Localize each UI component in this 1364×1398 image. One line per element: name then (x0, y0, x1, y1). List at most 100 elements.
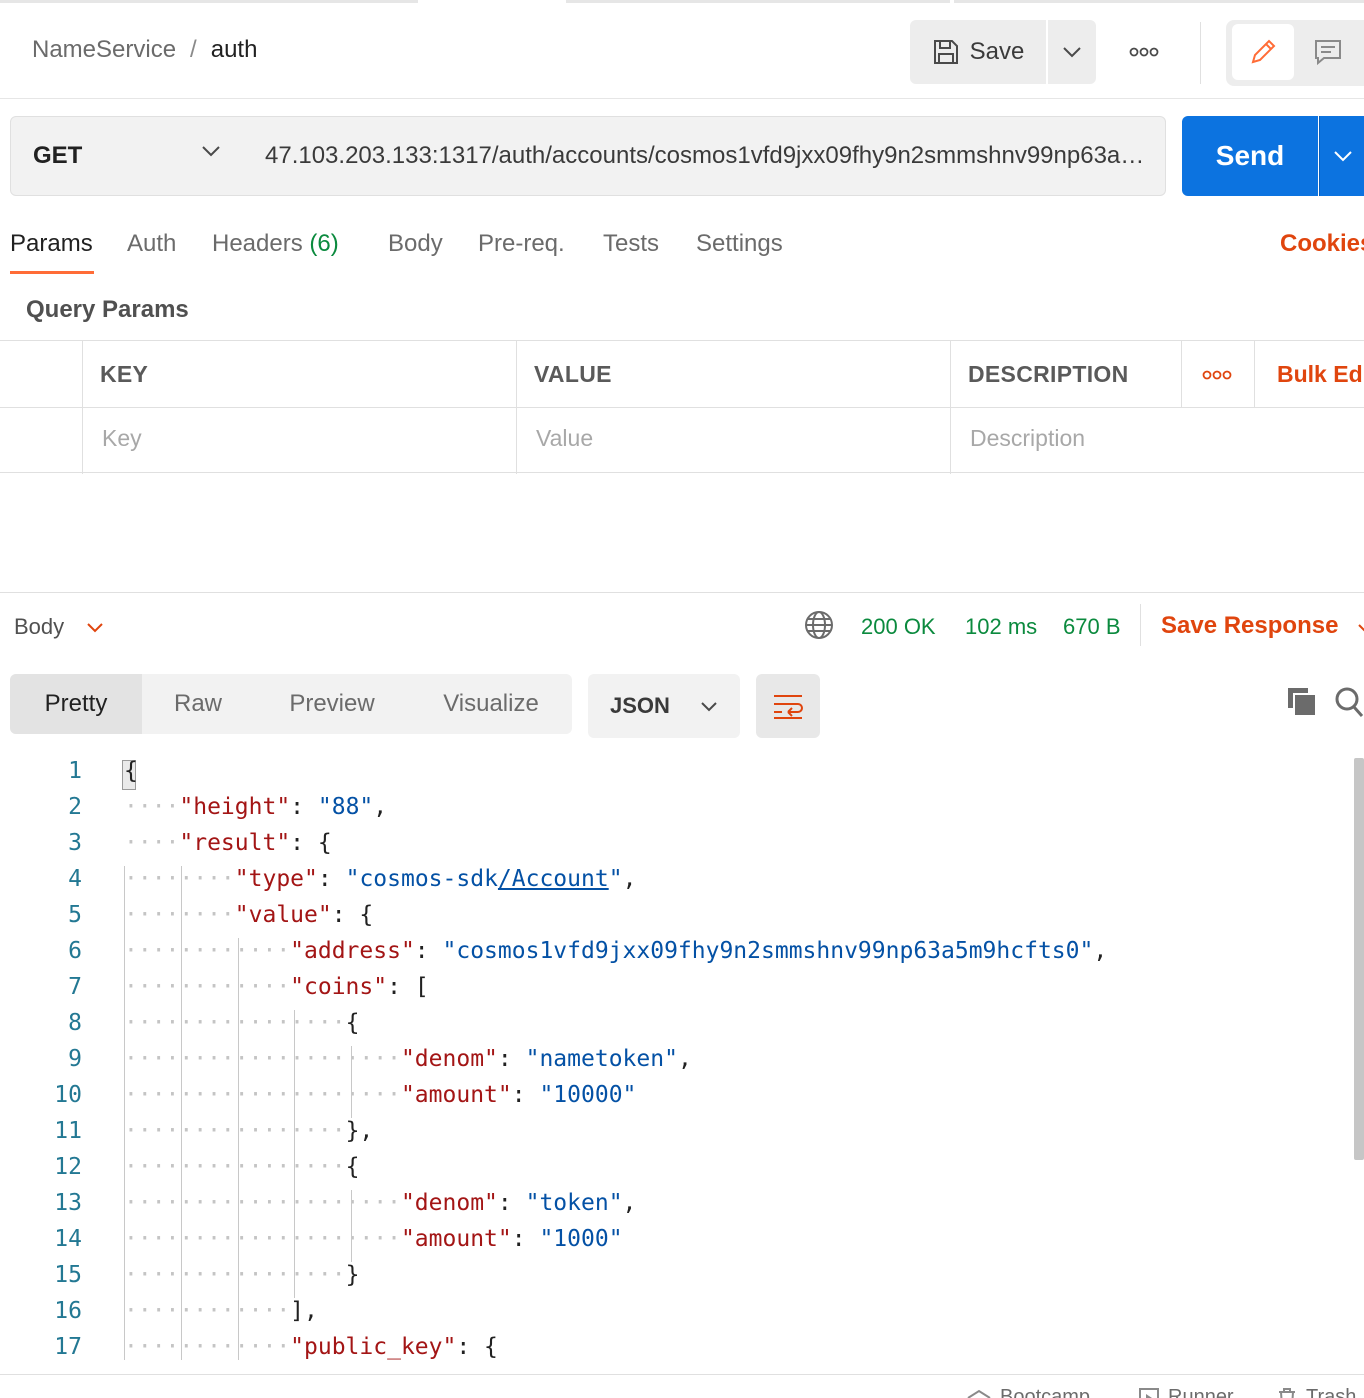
indent-guide (180, 1010, 182, 1046)
value-input[interactable]: Value (536, 425, 593, 452)
key-input[interactable]: Key (102, 425, 142, 452)
tab-headers[interactable]: Headers (6) (212, 230, 339, 258)
indent-guide (294, 1046, 296, 1082)
footer-bootcamp[interactable]: Bootcamp (966, 1386, 1090, 1398)
wrap-lines-button[interactable] (756, 674, 820, 738)
indent-guide (180, 1046, 182, 1082)
code-text: ····················"denom": "nametoken"… (124, 1046, 692, 1072)
active-tab-indicator (10, 271, 94, 274)
save-button[interactable]: Save (910, 20, 1046, 84)
response-body-dropdown[interactable]: Body (14, 614, 104, 640)
code-line: 2 ····"height": "88", (0, 794, 1352, 830)
send-options-button[interactable] (1319, 116, 1364, 196)
code-text: { (124, 758, 138, 784)
code-text: ················{ (124, 1154, 360, 1180)
indent-guide (237, 974, 239, 1010)
url-input[interactable]: 47.103.203.133:1317/auth/accounts/cosmos… (241, 116, 1166, 196)
tab-pre-request[interactable]: Pre-req. (478, 230, 565, 258)
column-divider (1254, 341, 1255, 407)
footer-runner[interactable]: Runner (1138, 1386, 1234, 1398)
footer-label: Runner (1168, 1386, 1234, 1398)
line-number: 1 (68, 758, 82, 784)
indent-guide (180, 938, 182, 974)
code-line: 6 ············"address": "cosmos1vfd9jxx0… (0, 938, 1352, 974)
column-header-key: KEY (100, 361, 149, 387)
indent-guide (124, 1190, 125, 1226)
search-icon (1335, 687, 1364, 717)
code-scrollbar[interactable] (1354, 758, 1364, 1160)
tab-params[interactable]: Params (10, 230, 93, 258)
indent-guide (237, 1046, 239, 1082)
tab-label: Tests (603, 230, 660, 257)
pencil-icon (1251, 39, 1276, 64)
bulk-edit-link[interactable]: Bulk Edit (1277, 361, 1364, 388)
breadcrumb-collection[interactable]: NameService (32, 36, 176, 64)
status-divider (1140, 604, 1141, 646)
indent-guide (180, 974, 182, 1010)
comments-button[interactable] (1300, 24, 1356, 80)
chevron-down-icon (202, 146, 220, 157)
indent-guide (237, 1010, 239, 1046)
save-options-button[interactable] (1048, 20, 1096, 84)
code-line: 15 ················} (0, 1262, 1352, 1298)
save-response-button[interactable]: Save Response (1161, 612, 1364, 640)
tab-auth[interactable]: Auth (127, 230, 176, 258)
response-time[interactable]: 102 ms (965, 614, 1037, 640)
line-number: 17 (54, 1334, 82, 1360)
indent-guide (180, 902, 182, 938)
indent-guide (294, 1154, 296, 1190)
code-line: 16 ············], (0, 1298, 1352, 1334)
copy-button[interactable] (1286, 686, 1318, 723)
network-info-button[interactable] (804, 610, 834, 645)
save-response-label: Save Response (1161, 612, 1339, 639)
code-line: 8 ················{ (0, 1010, 1352, 1046)
indent-guide (180, 1082, 182, 1118)
code-line: 9 ····················"denom": "nametoken… (0, 1046, 1352, 1082)
response-body-label: Body (14, 614, 65, 639)
indent-guide (294, 1118, 296, 1154)
edit-mode-button[interactable] (1232, 24, 1294, 80)
response-code-editor[interactable]: 1{2 ····"height": "88", 3 ····"result": {4 ·… (0, 758, 1352, 1360)
view-tab-visualize[interactable]: Visualize (426, 674, 556, 734)
code-text: ················} (124, 1262, 360, 1288)
search-button[interactable] (1334, 686, 1364, 723)
status-code[interactable]: 200 OK (861, 614, 936, 640)
request-name[interactable]: auth (211, 36, 258, 64)
method-select[interactable]: GET (10, 116, 242, 196)
copy-icon (1288, 688, 1317, 717)
tab-settings[interactable]: Settings (696, 230, 783, 258)
indent-guide (180, 1226, 182, 1262)
tab-body[interactable]: Body (388, 230, 443, 258)
tab-label: Params (10, 230, 93, 257)
indent-guide (351, 1226, 353, 1262)
header-divider (1200, 22, 1201, 84)
more-icon (1202, 370, 1232, 380)
response-size[interactable]: 670 B (1063, 614, 1121, 640)
indent-guide (124, 1154, 125, 1190)
format-select[interactable]: JSON (588, 674, 740, 738)
line-number: 3 (68, 830, 82, 856)
line-number: 16 (54, 1298, 82, 1324)
code-line: 4 ········"type": "cosmos-sdk/Account", (0, 866, 1352, 902)
line-number: 15 (54, 1262, 82, 1288)
response-divider[interactable] (0, 592, 1364, 593)
indent-guide (180, 1334, 182, 1360)
tab-tests[interactable]: Tests (603, 230, 659, 258)
header-bottom-border (0, 98, 1364, 99)
indent-guide (124, 902, 125, 938)
footer-trash[interactable]: Trash (1276, 1386, 1356, 1398)
cookies-link[interactable]: Cookies (1280, 230, 1364, 258)
description-input[interactable]: Description (970, 425, 1085, 452)
view-tab-raw[interactable]: Raw (142, 674, 254, 734)
view-tab-label: Preview (289, 690, 375, 717)
view-tab-label: Visualize (443, 690, 539, 717)
send-button[interactable]: Send (1182, 116, 1318, 196)
column-options-button[interactable] (1202, 367, 1232, 385)
line-number: 12 (54, 1154, 82, 1180)
runner-icon (1139, 1387, 1159, 1398)
more-options-button[interactable] (1122, 30, 1166, 74)
view-tab-pretty[interactable]: Pretty (10, 674, 142, 734)
view-tab-preview[interactable]: Preview (268, 674, 396, 734)
save-label: Save (969, 38, 1025, 65)
indent-guide (294, 1082, 296, 1118)
